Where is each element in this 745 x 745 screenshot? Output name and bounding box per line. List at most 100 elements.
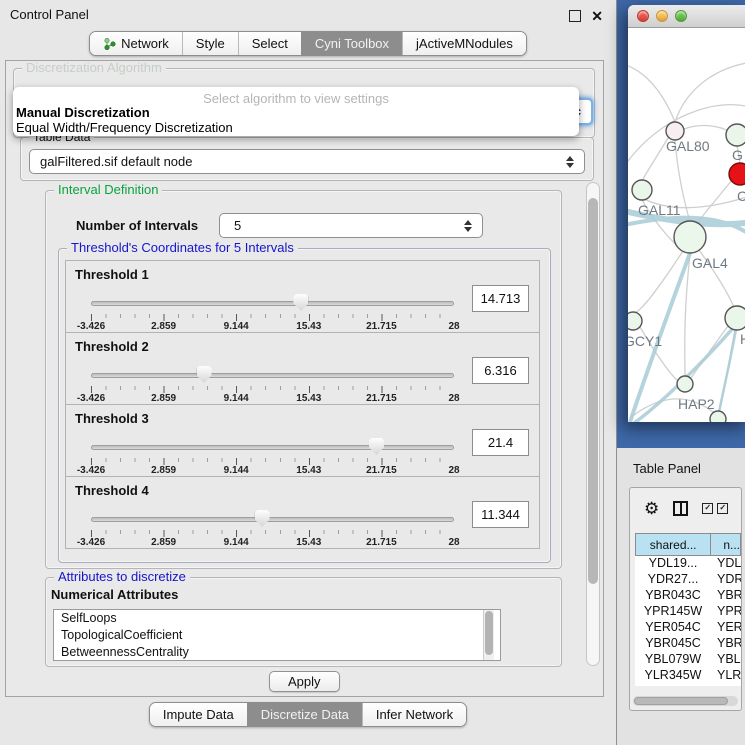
slider-thumb[interactable] xyxy=(197,366,212,383)
numerical-attributes-list[interactable]: SelfLoops TopologicalCoefficient Between… xyxy=(53,609,501,661)
control-panel-window: Control Panel ✕ Network Style xyxy=(0,0,617,745)
checkbox-icon[interactable]: ✓ xyxy=(702,503,713,514)
zoom-traffic-light-icon[interactable] xyxy=(675,10,687,22)
table-row[interactable]: YPR145WYPR1 xyxy=(635,604,741,620)
slider-thumb[interactable] xyxy=(255,510,270,527)
float-window-icon[interactable] xyxy=(569,10,581,22)
table-horizontal-scrollbar[interactable] xyxy=(633,696,738,706)
close-traffic-light-icon[interactable] xyxy=(637,10,649,22)
tab-network[interactable]: Network xyxy=(90,32,182,55)
threshold-2-slider[interactable]: -3.4262.8599.14415.4321.71528 xyxy=(91,366,454,404)
threshold-1-label: Threshold 1 xyxy=(75,267,149,282)
list-item[interactable]: BetweennessCentrality xyxy=(54,644,500,661)
network-window-titlebar[interactable] xyxy=(628,5,745,28)
table-panel-title: Table Panel xyxy=(633,461,701,476)
scrollbar-thumb[interactable] xyxy=(634,697,728,705)
slider-thumb[interactable] xyxy=(293,294,308,311)
table-data-combobox[interactable]: galFiltered.sif default node xyxy=(29,149,585,174)
table-panel: Table Panel ⚙ ✓ ✓ shared... n... YDL19..… xyxy=(617,448,745,745)
column-header-shared-name[interactable]: shared... xyxy=(636,534,711,555)
checkbox-icon[interactable]: ✓ xyxy=(717,503,728,514)
interval-definition-group: Interval Definition Number of Intervals … xyxy=(45,190,562,569)
node-label: GAL4 xyxy=(692,255,728,271)
threshold-4-slider[interactable]: -3.4262.8599.14415.4321.71528 xyxy=(91,510,454,548)
tab-infer-network[interactable]: Infer Network xyxy=(362,703,466,726)
table-toolbar: ⚙ ✓ ✓ xyxy=(630,488,741,528)
number-of-intervals-combobox[interactable]: 5 xyxy=(219,213,483,238)
number-of-intervals-label: Number of Intervals xyxy=(76,218,198,233)
threshold-4-panel: Threshold 4 -3.4262.8599.14415.4321.7152… xyxy=(65,476,540,549)
interval-definition-group-title: Interval Definition xyxy=(54,183,162,197)
table-row[interactable]: YBR043CYBR0 xyxy=(635,588,741,604)
apply-button[interactable]: Apply xyxy=(269,671,340,692)
table-header-row: shared... n... xyxy=(635,533,741,556)
threshold-2-panel: Threshold 2 -3.4262.8599.14415.4321.7152… xyxy=(65,332,540,405)
column-header-name[interactable]: n... xyxy=(711,534,740,555)
table-row[interactable]: YDR27...YDR2 xyxy=(635,572,741,588)
scrollbar-thumb[interactable] xyxy=(485,611,493,655)
node-attribute-table: shared... n... YDL19...YDL1 YDR27...YDR2… xyxy=(635,533,741,686)
node-label: C xyxy=(737,188,745,204)
tab-select[interactable]: Select xyxy=(238,32,301,55)
content-vertical-scrollbar[interactable] xyxy=(586,182,600,666)
node-label: GAL11 xyxy=(638,202,681,218)
threshold-3-panel: Threshold 3 -3.4262.8599.14415.4321.7152… xyxy=(65,404,540,477)
table-data-group: Table Data galFiltered.sif default node xyxy=(20,137,594,181)
tab-discretize-data[interactable]: Discretize Data xyxy=(247,703,362,726)
threshold-1-slider[interactable]: -3.4262.8599.14415.4321.71528 xyxy=(91,294,454,332)
combo-stepper-icon xyxy=(562,156,578,168)
threshold-3-slider[interactable]: -3.4262.8599.14415.4321.71528 xyxy=(91,438,454,476)
desktop: Control Panel ✕ Network Style xyxy=(0,0,745,745)
threshold-2-value-field[interactable]: 6.316 xyxy=(472,357,529,384)
table-body: YDL19...YDL1 YDR27...YDR2 YBR043CYBR0 YP… xyxy=(635,556,741,686)
list-item[interactable]: TopologicalCoefficient xyxy=(54,627,500,644)
table-data-combobox-value: galFiltered.sif default node xyxy=(30,154,562,169)
threshold-1-value-field[interactable]: 14.713 xyxy=(472,285,529,312)
network-canvas[interactable]: GAL80 G C GAL11 GAL4 GCY1 H HAP2 xyxy=(628,28,745,422)
thresholds-group-title: Threshold's Coordinates for 5 Intervals xyxy=(67,241,298,255)
node-label: GCY1 xyxy=(628,333,662,349)
cyni-toolbox-panel: Discretization Algorithm Select algorith… xyxy=(5,60,604,697)
numerical-attributes-label: Numerical Attributes xyxy=(51,587,178,602)
table-row[interactable]: YLR345WYLR3 xyxy=(635,668,741,684)
table-row[interactable]: YIL052CYIL0 xyxy=(635,684,741,686)
network-icon xyxy=(103,37,116,50)
table-row[interactable]: YBL079WYBL0 xyxy=(635,652,741,668)
combo-stepper-icon xyxy=(460,220,476,232)
dropdown-placeholder: Select algorithm to view settings xyxy=(13,91,579,106)
attributes-group: Attributes to discretize Numerical Attri… xyxy=(45,577,562,667)
threshold-4-label: Threshold 4 xyxy=(75,483,149,498)
table-row[interactable]: YBR045CYBR0 xyxy=(635,636,741,652)
threshold-3-label: Threshold 3 xyxy=(75,411,149,426)
dropdown-option-manual-discretization[interactable]: Manual Discretization xyxy=(16,105,150,120)
tab-jactivemnodules[interactable]: jActiveMNodules xyxy=(402,32,526,55)
threshold-3-value-field[interactable]: 21.4 xyxy=(472,429,529,456)
threshold-2-label: Threshold 2 xyxy=(75,339,149,354)
node-label: GAL80 xyxy=(666,138,710,154)
threshold-1-panel: Threshold 1 -3.4262.8599.14415.4321.7152… xyxy=(65,260,540,333)
table-row[interactable]: YDL19...YDL1 xyxy=(635,556,741,572)
gear-icon[interactable]: ⚙ xyxy=(644,500,659,517)
tab-style[interactable]: Style xyxy=(182,32,238,55)
discretization-algorithm-group-title: Discretization Algorithm xyxy=(22,61,166,75)
node-label: H xyxy=(740,331,745,347)
table-row[interactable]: YER054CYER0 xyxy=(635,620,741,636)
split-columns-icon[interactable] xyxy=(673,501,688,516)
scrollbar-thumb[interactable] xyxy=(588,198,598,584)
network-graph xyxy=(628,28,745,422)
control-panel-tabs: Network Style Select Cyni Toolbox jActiv… xyxy=(89,31,527,56)
dropdown-option-equal-width-frequency[interactable]: Equal Width/Frequency Discretization xyxy=(16,120,233,135)
thresholds-group: Threshold's Coordinates for 5 Intervals … xyxy=(58,248,551,563)
table-panel-box: ⚙ ✓ ✓ shared... n... YDL19...YDL1 YDR27.… xyxy=(629,487,742,711)
slider-thumb[interactable] xyxy=(369,438,384,455)
close-icon[interactable]: ✕ xyxy=(591,10,603,22)
attributes-list-scrollbar[interactable] xyxy=(483,610,494,660)
node-label: G xyxy=(732,147,743,163)
attributes-group-title: Attributes to discretize xyxy=(54,570,190,584)
list-item[interactable]: SelfLoops xyxy=(54,610,500,627)
tab-cyni-toolbox[interactable]: Cyni Toolbox xyxy=(301,32,402,55)
number-of-intervals-value: 5 xyxy=(220,218,460,233)
threshold-4-value-field[interactable]: 11.344 xyxy=(472,501,529,528)
minimize-traffic-light-icon[interactable] xyxy=(656,10,668,22)
tab-impute-data[interactable]: Impute Data xyxy=(150,703,247,726)
